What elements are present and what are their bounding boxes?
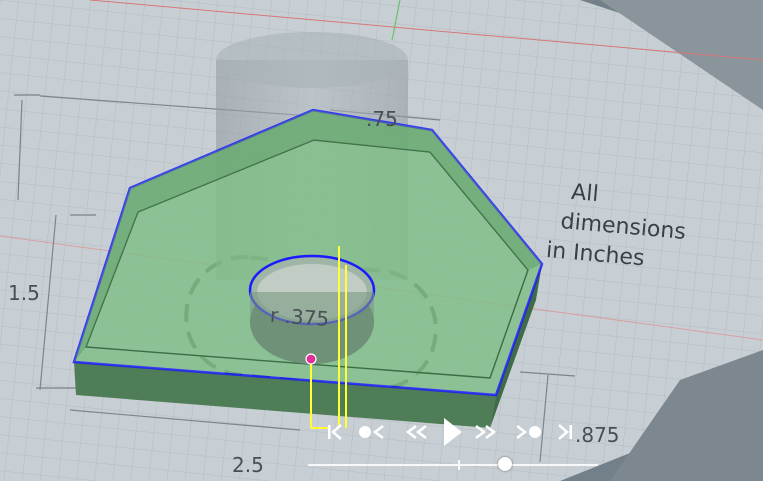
cad-viewport[interactable]: .75 1.5 2.5 .875 r .375 All dimensions i… xyxy=(0,0,763,481)
dim-label-left-height: 1.5 xyxy=(8,281,40,305)
step-forward-icon xyxy=(516,425,541,439)
fast-forward-icon xyxy=(475,425,497,439)
3d-scene[interactable]: .75 1.5 2.5 .875 r .375 All dimensions i… xyxy=(0,0,763,481)
selected-point[interactable] xyxy=(305,353,317,365)
ghost-cylinder-top xyxy=(216,32,408,88)
timeline-handle[interactable] xyxy=(498,457,513,471)
note-line-1: All xyxy=(570,180,599,207)
timeline-track xyxy=(308,464,598,466)
step-back-icon xyxy=(359,425,384,439)
dim-label-hole-radius: r .375 xyxy=(269,303,330,331)
step-forward-button[interactable] xyxy=(512,418,544,446)
dim-label-top-width: .75 xyxy=(366,107,398,131)
fast-forward-button[interactable] xyxy=(470,418,500,446)
play-button[interactable] xyxy=(438,414,466,450)
playback-controls xyxy=(308,414,598,476)
skip-to-end-icon xyxy=(558,424,572,440)
skip-to-start-icon xyxy=(328,424,342,440)
play-icon xyxy=(444,418,462,446)
timeline-slider[interactable] xyxy=(308,457,598,471)
rewind-button[interactable] xyxy=(402,418,432,446)
dim-label-bottom-width: 2.5 xyxy=(232,453,264,477)
skip-to-start-button[interactable] xyxy=(324,418,346,446)
rewind-icon xyxy=(405,425,427,439)
step-back-button[interactable] xyxy=(356,418,388,446)
skip-to-end-button[interactable] xyxy=(554,418,576,446)
timeline-tick xyxy=(457,460,460,470)
